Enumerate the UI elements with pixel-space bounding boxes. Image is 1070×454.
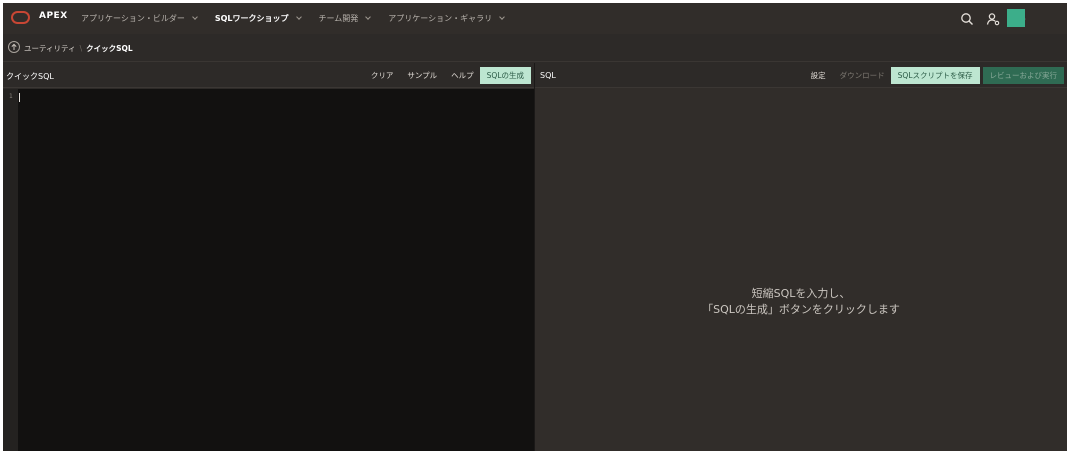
quick-sql-editor[interactable]: 1 [3,89,534,451]
sql-output-placeholder: 短縮SQLを入力し、 「SQLの生成」ボタンをクリックします [535,63,1067,451]
main-nav-menu: アプリケーション・ビルダー SQLワークショップ チーム開発 アプリケーション・… [81,3,522,34]
quick-sql-toolbar: クリア サンプル ヘルプ SQLの生成 [357,66,531,85]
breadcrumb: ユーティリティ \ クイックSQL [24,43,133,54]
nav-team-development[interactable]: チーム開発 [318,13,372,24]
chevron-down-icon [365,14,372,20]
top-navigation-bar: APEX アプリケーション・ビルダー SQLワークショップ チーム開発 アプリケ… [3,3,1067,34]
arrow-up-icon[interactable] [8,41,20,53]
breadcrumb-bar: ユーティリティ \ クイックSQL [3,34,1067,62]
clear-button[interactable]: クリア [371,70,394,81]
nav-team-development-label: チーム開発 [318,14,359,23]
user-settings-icon[interactable] [985,11,1001,27]
search-icon[interactable] [959,11,975,27]
nav-app-builder[interactable]: アプリケーション・ビルダー [81,13,198,24]
nav-app-builder-label: アプリケーション・ビルダー [81,14,185,23]
line-number: 1 [9,93,13,100]
nav-app-gallery-label: アプリケーション・ギャラリ [388,14,493,23]
chevron-down-icon [499,14,505,20]
generate-sql-button[interactable]: SQLの生成 [479,67,531,84]
quick-sql-panel-header: クイックSQL クリア サンプル ヘルプ SQLの生成 [3,63,534,88]
sample-button[interactable]: サンプル [407,70,437,81]
breadcrumb-separator-icon: \ [79,44,83,53]
user-avatar[interactable] [1007,9,1025,27]
chevron-down-icon [192,14,198,20]
breadcrumb-current: クイックSQL [86,44,133,53]
text-cursor [19,93,20,102]
editor-gutter: 1 [3,89,18,451]
nav-sql-workshop-label: SQLワークショップ [214,14,289,23]
quick-sql-panel: クイックSQL クリア サンプル ヘルプ SQLの生成 1 [3,63,534,451]
nav-sql-workshop[interactable]: SQLワークショップ [214,13,302,24]
apex-app-window: APEX アプリケーション・ビルダー SQLワークショップ チーム開発 アプリケ… [3,3,1067,451]
nav-app-gallery[interactable]: アプリケーション・ギャラリ [388,13,505,24]
app-brand[interactable]: APEX [39,11,68,21]
quick-sql-title: クイックSQL [6,72,54,81]
sql-output-panel: SQL 設定 ダウンロード SQLスクリプトを保存 レビューおよび実行 短縮SQ… [535,63,1067,451]
placeholder-message-line1: 短縮SQLを入力し、 [751,287,851,300]
oracle-logo-icon[interactable] [11,11,30,24]
breadcrumb-parent[interactable]: ユーティリティ [24,44,76,53]
placeholder-message-line2: 「SQLの生成」ボタンをクリックします [702,303,900,316]
help-button[interactable]: ヘルプ [451,70,474,81]
chevron-down-icon [295,14,302,20]
